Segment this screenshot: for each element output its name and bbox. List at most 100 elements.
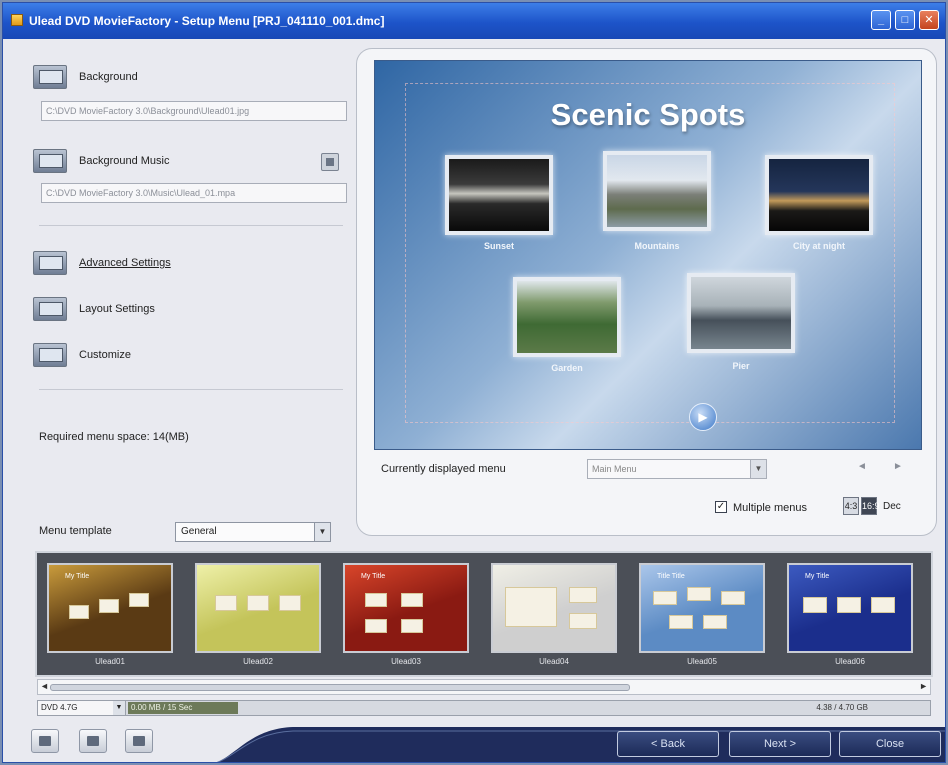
- template-caption: Ulead03: [391, 657, 421, 666]
- chapter-thumbnail[interactable]: [765, 155, 873, 235]
- template-button-placeholder: [247, 595, 269, 611]
- title-bar: Ulead DVD MovieFactory - Setup Menu [PRJ…: [3, 3, 945, 39]
- template-caption: Ulead02: [243, 657, 273, 666]
- background-music-icon: [33, 149, 67, 173]
- current-menu-select[interactable]: Main Menu ▼: [587, 459, 767, 479]
- aspect-16-9-button[interactable]: 16:9: [861, 497, 880, 515]
- advanced-settings-row[interactable]: Advanced Settings: [33, 251, 233, 275]
- background-row[interactable]: Background: [33, 65, 233, 89]
- template-thumbnail: [195, 563, 321, 653]
- template-button-placeholder: [669, 615, 693, 629]
- current-menu-row: Currently displayed menu Main Menu ▼ ◄ ►: [379, 459, 929, 481]
- template-item[interactable]: Ulead02: [195, 563, 321, 666]
- template-button-placeholder: [215, 595, 237, 611]
- chevron-down-icon[interactable]: ▼: [750, 460, 766, 478]
- tv-safe-area: [405, 83, 895, 423]
- chapter-caption: Sunset: [483, 241, 514, 251]
- template-thumbnail: My Title: [343, 563, 469, 653]
- required-menu-space: Required menu space: 14(MB): [39, 431, 189, 443]
- previous-menu-button[interactable]: ◄: [857, 461, 867, 472]
- chapter-thumbnail[interactable]: [513, 277, 621, 357]
- menu-template-label: Menu template: [39, 525, 112, 537]
- chevron-down-icon[interactable]: ▼: [113, 701, 125, 715]
- template-title-text: My Title: [805, 573, 830, 580]
- application-window: Ulead DVD MovieFactory - Setup Menu [PRJ…: [2, 2, 946, 763]
- music-options-button[interactable]: [321, 153, 339, 171]
- close-window-button[interactable]: ✕: [919, 10, 939, 30]
- customize-row[interactable]: Customize: [33, 343, 233, 367]
- background-music-row[interactable]: Background Music: [33, 149, 233, 173]
- customize-label[interactable]: Customize: [79, 349, 131, 361]
- menu-preview[interactable]: Scenic Spots Sunset Mountains City at ni…: [374, 60, 922, 450]
- template-item[interactable]: Title Title Ulead05: [639, 563, 765, 666]
- template-item[interactable]: My Title Ulead03: [343, 563, 469, 666]
- multiple-menus-label: Multiple menus: [733, 502, 807, 514]
- advanced-settings-icon: [33, 251, 67, 275]
- background-music-label: Background Music: [79, 155, 170, 167]
- template-button-placeholder: [279, 595, 301, 611]
- chevron-down-icon[interactable]: ▼: [314, 523, 330, 541]
- menu-template-value: General: [181, 526, 217, 537]
- aspect-4-3-button[interactable]: 4:3: [843, 497, 859, 515]
- disc-usage-bar: DVD 4.7G ▼ 0.00 MB / 15 Sec 4.38 / 4.70 …: [37, 700, 931, 716]
- template-item[interactable]: My Title Ulead06: [787, 563, 913, 666]
- template-button-placeholder: [69, 605, 89, 619]
- template-button-placeholder: [365, 619, 387, 633]
- menu-template-select[interactable]: General ▼: [175, 522, 331, 542]
- save-icon[interactable]: [125, 729, 153, 753]
- template-caption: Ulead01: [95, 657, 125, 666]
- template-gallery: My Title Ulead01 Ulead02 My Title Ulead0…: [35, 551, 933, 677]
- template-button-placeholder: [99, 599, 119, 613]
- template-thumbnail: My Title: [787, 563, 913, 653]
- template-item[interactable]: Ulead04: [491, 563, 617, 666]
- back-button[interactable]: < Back: [617, 731, 719, 757]
- template-caption: Ulead05: [687, 657, 717, 666]
- maximize-button[interactable]: □: [895, 10, 915, 30]
- template-button-placeholder: [569, 613, 597, 629]
- background-music-path-field[interactable]: C:\DVD MovieFactory 3.0\Music\Ulead_01.m…: [41, 183, 347, 203]
- template-button-placeholder: [703, 615, 727, 629]
- layout-settings-row[interactable]: Layout Settings: [33, 297, 233, 321]
- menu-settings-panel: Background C:\DVD MovieFactory 3.0\Backg…: [33, 55, 349, 525]
- scrollbar-thumb[interactable]: [50, 684, 630, 691]
- divider: [39, 389, 343, 390]
- template-button-placeholder: [871, 597, 895, 613]
- scroll-left-button[interactable]: ◄: [40, 681, 49, 691]
- template-title-text: Title Title: [657, 573, 685, 580]
- advanced-settings-label[interactable]: Advanced Settings: [79, 257, 171, 269]
- next-page-button[interactable]: ▶: [689, 403, 717, 431]
- template-thumbnail: Title Title: [639, 563, 765, 653]
- next-button[interactable]: Next >: [729, 731, 831, 757]
- template-button-placeholder: [721, 591, 745, 605]
- next-menu-button[interactable]: ►: [893, 461, 903, 472]
- disc-type-select[interactable]: DVD 4.7G ▼: [38, 701, 126, 715]
- settings-icon[interactable]: [79, 729, 107, 753]
- usage-indicator: 0.00 MB / 15 Sec: [128, 702, 238, 714]
- background-path-field[interactable]: C:\DVD MovieFactory 3.0\Background\Ulead…: [41, 101, 347, 121]
- chapter-thumbnail[interactable]: [603, 151, 711, 231]
- template-button-placeholder: [687, 587, 711, 601]
- chapter-thumbnail[interactable]: [445, 155, 553, 235]
- current-menu-label: Currently displayed menu: [381, 463, 506, 475]
- template-item[interactable]: My Title Ulead01: [47, 563, 173, 666]
- minimize-button[interactable]: _: [871, 10, 891, 30]
- chapter-thumbnail[interactable]: [687, 273, 795, 353]
- scroll-right-button[interactable]: ►: [919, 681, 928, 691]
- aspect-label: Dec: [883, 501, 901, 512]
- window-title: Ulead DVD MovieFactory - Setup Menu [PRJ…: [29, 14, 385, 28]
- chapter-caption: Mountains: [634, 241, 680, 251]
- close-button[interactable]: Close: [839, 731, 941, 757]
- background-icon: [33, 65, 67, 89]
- customize-icon: [33, 343, 67, 367]
- template-scrollbar[interactable]: ◄ ►: [37, 679, 931, 695]
- app-icon: [11, 14, 23, 26]
- layout-settings-label[interactable]: Layout Settings: [79, 303, 155, 315]
- template-caption: Ulead06: [835, 657, 865, 666]
- preview-icon[interactable]: [31, 729, 59, 753]
- current-menu-value: Main Menu: [592, 464, 637, 474]
- template-title-text: My Title: [361, 573, 386, 580]
- multiple-menus-checkbox[interactable]: ✓: [715, 501, 727, 513]
- template-button-placeholder: [401, 619, 423, 633]
- template-caption: Ulead04: [539, 657, 569, 666]
- menu-title[interactable]: Scenic Spots: [375, 97, 921, 133]
